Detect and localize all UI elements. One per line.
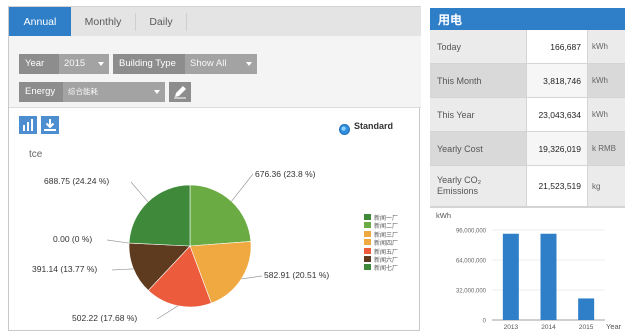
pie-slice[interactable]: [128, 184, 191, 247]
row-value: 166,687: [526, 30, 588, 63]
legend-swatch: [364, 214, 371, 220]
summary-row-this-year: This Year 23,043,634 kWh: [430, 98, 625, 132]
pie-leader-line: [111, 268, 134, 271]
summary-title: 用电: [438, 13, 463, 27]
y-tick-label: 32,000,000: [456, 289, 487, 295]
pie-slice[interactable]: [189, 184, 252, 247]
pie-leader-line: [156, 305, 179, 320]
pie-data-label: 391.14 (13.77 %): [32, 264, 98, 274]
row-unit: k RMB: [588, 132, 625, 165]
y-tick-label: 64,000,000: [456, 259, 487, 265]
legend-swatch: [364, 264, 371, 271]
summary-row-co2: Yearly CO₂ Emissions 21,523,519 kg: [430, 166, 625, 207]
pie-leader-line: [130, 181, 149, 203]
summary-header: 用电: [430, 8, 625, 33]
x-axis-title: Year: [606, 322, 622, 331]
electricity-summary-panel: 用电 Today 166,687 kWh This Month 3,818,74…: [430, 8, 625, 331]
row-unit: kWh: [588, 30, 625, 63]
bar[interactable]: [502, 233, 519, 320]
row-value: 21,523,519: [526, 166, 588, 206]
legend-swatch: [364, 230, 371, 237]
energy-analysis-panel: Annual Monthly Daily Year 2015 Building …: [8, 6, 421, 331]
pie-data-label: 502.22 (17.68 %): [72, 313, 138, 323]
bar[interactable]: [540, 233, 557, 320]
row-value: 23,043,634: [526, 98, 588, 131]
row-unit: kWh: [588, 64, 625, 97]
summary-row-yearly-cost: Yearly Cost 19,326,019 k RMB: [430, 132, 625, 166]
pie-data-label: 0.00 (0 %): [53, 234, 93, 244]
row-label: This Month: [430, 64, 526, 97]
x-tick-label: 2015: [579, 324, 594, 331]
yearly-bar-chart-area: kWh 96,000,000 64,000,000 32,000,000 0 2013 20…: [430, 207, 625, 331]
row-unit: kg: [588, 166, 625, 206]
row-label: This Year: [430, 98, 526, 131]
legend-swatch: [364, 222, 371, 229]
legend-swatch: [364, 239, 371, 246]
pie-data-label: 582.91 (20.51 %): [264, 270, 330, 280]
legend-swatch: [364, 255, 371, 262]
bar[interactable]: [578, 298, 595, 320]
row-value: 3,818,746: [526, 64, 588, 97]
y-axis-title: kWh: [436, 211, 451, 220]
pager-dots[interactable]: [591, 25, 615, 33]
row-unit: kWh: [588, 98, 625, 131]
x-tick-label: 2013: [504, 324, 519, 331]
x-tick-label: 2014: [541, 324, 556, 331]
pie-leader-line: [231, 173, 254, 202]
y-tick-label: 0: [483, 319, 487, 325]
legend-swatch: [364, 247, 371, 254]
row-value: 19,326,019: [526, 132, 588, 165]
pie-leader-line: [106, 239, 130, 244]
summary-row-today: Today 166,687 kWh: [430, 30, 625, 64]
pie-leader-line: [241, 275, 263, 280]
row-label: Today: [430, 30, 526, 63]
y-tick-label: 96,000,000: [456, 229, 487, 235]
yearly-bar-chart: kWh 96,000,000 64,000,000 32,000,000 0 2013 20…: [436, 211, 622, 331]
summary-row-this-month: This Month 3,818,746 kWh: [430, 64, 625, 98]
legend-label: 新闻七厂: [374, 266, 399, 273]
pie-chart: [106, 173, 263, 320]
row-label: Yearly Cost: [430, 132, 526, 165]
row-label: Yearly CO₂ Emissions: [430, 166, 526, 206]
pie-data-label: 676.36 (23.8 %): [255, 169, 316, 179]
pie-data-label: 688.75 (24.24 %): [44, 176, 110, 186]
